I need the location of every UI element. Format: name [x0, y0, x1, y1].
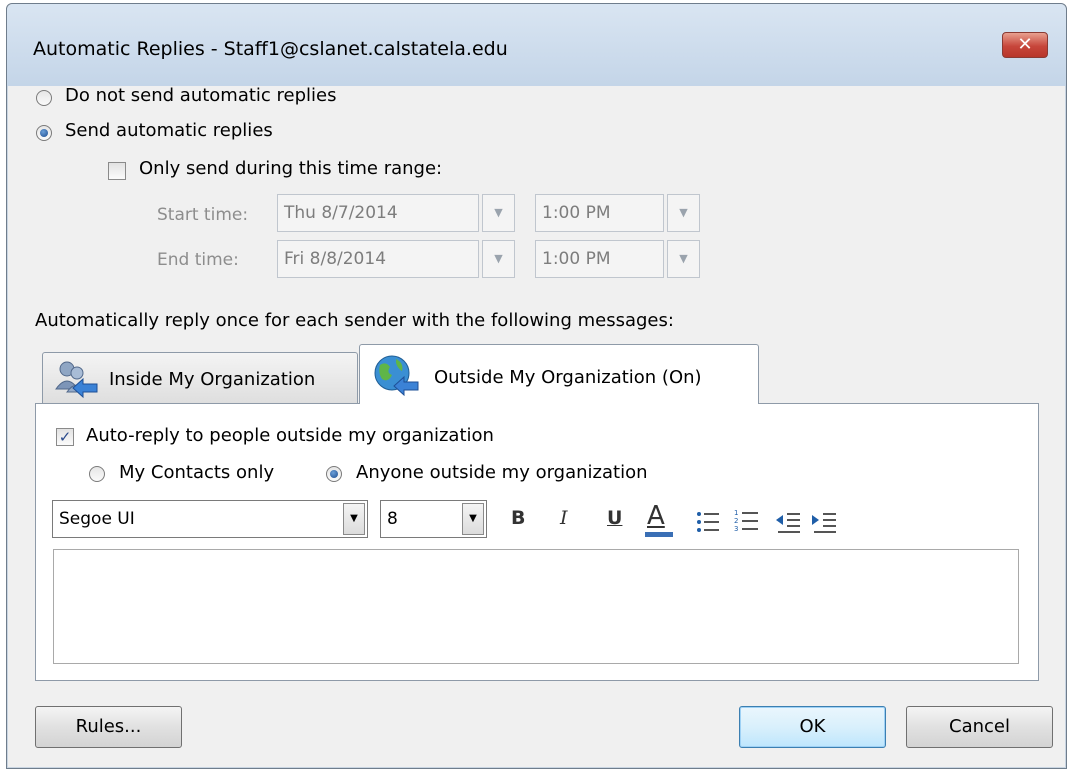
auto-reply-label[interactable]: Auto-reply to people outside my organiza…	[86, 425, 494, 446]
start-time-dropdown[interactable]: ▼	[667, 194, 700, 232]
tab-inside-organization[interactable]: Inside My Organization	[42, 352, 358, 404]
end-time-label: End time:	[157, 250, 239, 270]
font-color-swatch	[645, 532, 673, 537]
close-icon: ✕	[1017, 34, 1033, 55]
svg-text:1: 1	[734, 509, 738, 517]
people-arrow-icon	[55, 361, 98, 399]
bold-button[interactable]: B	[511, 507, 525, 529]
font-size-select[interactable]: 8 ▼	[380, 500, 487, 538]
end-date-field[interactable]: Fri 8/8/2014	[277, 240, 479, 278]
start-time-label: Start time:	[157, 205, 249, 225]
chevron-down-icon: ▼	[494, 252, 503, 265]
time-range-checkbox[interactable]	[108, 162, 126, 180]
font-color-button[interactable]: A	[647, 501, 665, 531]
do-not-send-label[interactable]: Do not send automatic replies	[65, 85, 337, 106]
auto-reply-checkbox[interactable]: ✓	[56, 428, 74, 446]
svg-text:3: 3	[734, 525, 738, 533]
font-value: Segoe UI	[59, 509, 135, 529]
start-date-dropdown[interactable]: ▼	[482, 194, 515, 232]
radio-anyone-outside[interactable]	[326, 466, 342, 482]
chevron-down-icon: ▼	[679, 206, 688, 219]
increase-indent-icon[interactable]	[811, 510, 837, 534]
ok-button[interactable]: OK	[739, 706, 886, 748]
time-range-label[interactable]: Only send during this time range:	[139, 158, 442, 179]
window-title: Automatic Replies - Staff1@cslanet.calst…	[33, 38, 508, 60]
underline-button[interactable]: U	[607, 507, 622, 529]
end-date-dropdown[interactable]: ▼	[482, 240, 515, 278]
start-date-field[interactable]: Thu 8/7/2014	[277, 194, 479, 232]
globe-arrow-icon	[374, 355, 419, 397]
send-label[interactable]: Send automatic replies	[65, 120, 273, 141]
end-time-dropdown[interactable]: ▼	[667, 240, 700, 278]
message-body-editor[interactable]	[53, 549, 1019, 664]
title-bar[interactable]: Automatic Replies - Staff1@cslanet.calst…	[7, 4, 1066, 86]
radio-contacts-only[interactable]	[89, 466, 105, 482]
cancel-button[interactable]: Cancel	[906, 706, 1053, 748]
reply-heading: Automatically reply once for each sender…	[35, 310, 674, 331]
start-time-field[interactable]: 1:00 PM	[535, 194, 664, 232]
tab-outside-label: Outside My Organization (On)	[434, 367, 702, 388]
font-size-value: 8	[387, 509, 398, 529]
tab-outside-organization[interactable]: Outside My Organization (On)	[359, 344, 759, 404]
close-button[interactable]: ✕	[1002, 32, 1048, 58]
anyone-outside-label[interactable]: Anyone outside my organization	[356, 462, 648, 483]
size-dropdown-button[interactable]: ▼	[462, 503, 484, 535]
bullets-icon[interactable]	[696, 510, 720, 534]
numbering-icon[interactable]: 1 2 3	[734, 508, 760, 534]
chevron-down-icon: ▼	[679, 252, 688, 265]
italic-button[interactable]: I	[560, 507, 568, 529]
rules-button[interactable]: Rules...	[35, 706, 182, 748]
chevron-down-icon: ▼	[469, 513, 477, 524]
decrease-indent-icon[interactable]	[775, 510, 801, 534]
radio-do-not-send[interactable]	[36, 90, 52, 106]
font-dropdown-button[interactable]: ▼	[343, 503, 365, 535]
svg-text:2: 2	[734, 517, 738, 525]
radio-send[interactable]	[36, 125, 52, 141]
tab-inside-label: Inside My Organization	[109, 369, 316, 390]
chevron-down-icon: ▼	[494, 206, 503, 219]
end-time-field[interactable]: 1:00 PM	[535, 240, 664, 278]
font-select[interactable]: Segoe UI ▼	[52, 500, 368, 538]
contacts-only-label[interactable]: My Contacts only	[119, 462, 274, 483]
chevron-down-icon: ▼	[350, 513, 358, 524]
